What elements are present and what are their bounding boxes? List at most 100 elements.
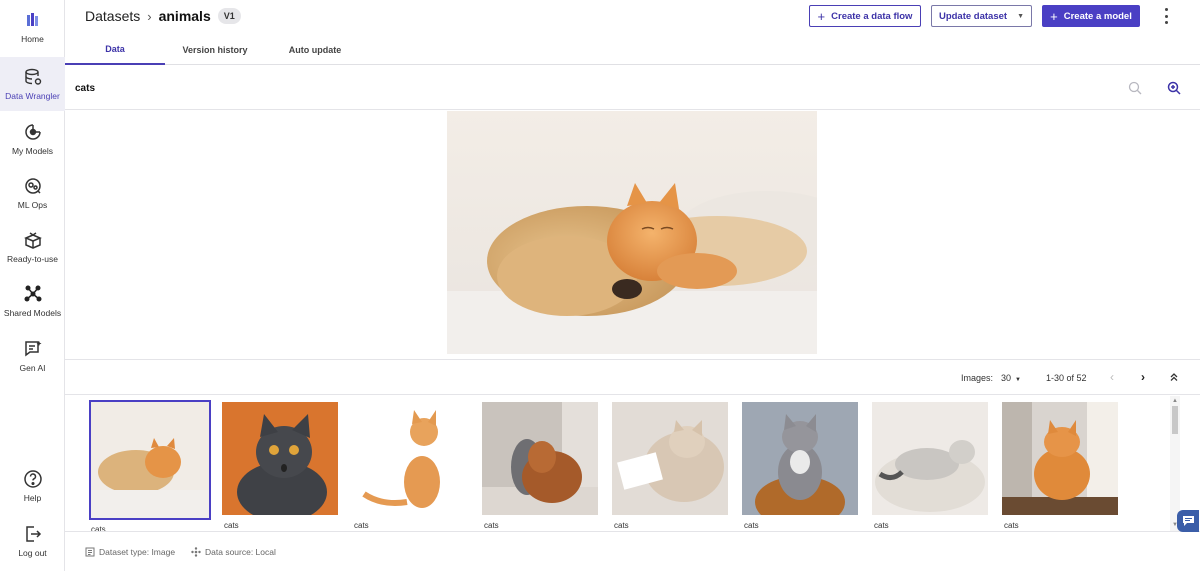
thumbnail-image — [89, 400, 211, 520]
thumbnail-item[interactable]: cats — [222, 402, 338, 530]
thumbnail-item[interactable]: cats — [612, 402, 728, 530]
plus-icon: + — [1050, 8, 1058, 24]
document-icon — [85, 547, 95, 557]
sidebar-item-shared-models[interactable]: Shared Models — [0, 274, 65, 328]
sidebar-item-label: Home — [21, 34, 44, 44]
thumbnail-item[interactable]: cats — [352, 402, 468, 530]
next-page-button[interactable]: › — [1136, 370, 1150, 384]
thumbnail-caption: cats — [744, 521, 759, 530]
thumbnail-caption: cats — [91, 525, 106, 532]
thumbnail-item[interactable]: cats — [742, 402, 858, 530]
share-nodes-icon — [24, 285, 41, 302]
chevron-right-icon: › — [147, 8, 152, 24]
sidebar-item-label: My Models — [11, 146, 54, 156]
more-options-icon[interactable] — [1162, 8, 1170, 24]
sidebar-item-label: Log out — [18, 548, 47, 558]
sidebar-item-ml-ops[interactable]: ML Ops — [0, 166, 65, 220]
database-gear-icon — [24, 68, 41, 85]
sidebar: Home Data Wrangler My Models ML Ops Read… — [0, 0, 65, 571]
create-data-flow-label: Create a data flow — [831, 10, 913, 22]
thumbnail-item[interactable]: cats — [872, 402, 988, 530]
label-filter-row: cats — [65, 65, 1200, 110]
dataset-type-info: Dataset type: Image — [85, 547, 175, 557]
thumbnail-caption: cats — [1004, 521, 1019, 530]
header: Datasets › animals V1 + Create a data fl… — [65, 0, 1200, 34]
thumbnail-image — [352, 402, 468, 515]
logout-icon — [25, 526, 41, 542]
sidebar-item-label: Shared Models — [3, 308, 62, 318]
footer: Dataset type: Image Data source: Local — [65, 532, 1200, 571]
sidebar-item-log-out[interactable]: Log out — [0, 514, 65, 568]
model-icon — [24, 124, 41, 140]
collapse-button[interactable] — [1167, 370, 1181, 384]
update-dataset-button[interactable]: Update dataset ▼ — [931, 5, 1032, 27]
page-range: 1-30 of 52 — [1046, 373, 1087, 383]
sidebar-item-help[interactable]: Help — [0, 459, 65, 513]
pagination-bar: Images: 30 ▼ 1-30 of 52 ‹ › — [65, 361, 1200, 395]
thumbnail-caption: cats — [874, 521, 889, 530]
create-model-button[interactable]: + Create a model — [1042, 5, 1140, 27]
create-data-flow-button[interactable]: + Create a data flow — [809, 5, 921, 27]
caret-down-icon: ▼ — [1015, 377, 1021, 383]
chevron-right-icon: › — [1141, 370, 1145, 384]
page-size-select[interactable]: 30 ▼ — [1001, 373, 1021, 383]
sidebar-item-label: Data Wrangler — [5, 91, 60, 101]
version-badge: V1 — [217, 8, 241, 24]
zoom-out-icon[interactable] — [1128, 81, 1142, 95]
thumbnail-caption: cats — [484, 521, 499, 530]
sidebar-item-label: Gen AI — [19, 363, 46, 373]
chat-button[interactable] — [1177, 510, 1199, 532]
sidebar-item-label: Help — [23, 493, 42, 503]
sidebar-item-gen-ai[interactable]: Gen AI — [0, 329, 65, 383]
thumbnail-item[interactable]: cats — [1002, 402, 1118, 530]
create-model-label: Create a model — [1063, 10, 1132, 22]
data-source-icon — [191, 547, 201, 557]
breadcrumb-current: animals — [158, 8, 211, 24]
thumbnail-image — [482, 402, 598, 515]
sidebar-item-data-wrangler[interactable]: Data Wrangler — [0, 57, 65, 111]
thumbnail-image — [222, 402, 338, 515]
data-source-text: Data source: Local — [205, 547, 276, 557]
breadcrumb: Datasets › animals V1 — [85, 8, 241, 24]
thumbnail-strip: cats cats cats cats cats cats cats cats … — [65, 396, 1200, 532]
thumbnail-item[interactable]: cats — [89, 400, 211, 531]
box-icon — [23, 232, 42, 249]
thumbnail-caption: cats — [354, 521, 369, 530]
sidebar-item-label: ML Ops — [17, 200, 48, 210]
tab-auto-update[interactable]: Auto update — [265, 34, 365, 65]
thumbnail-image — [612, 402, 728, 515]
thumbnail-item[interactable]: cats — [482, 402, 598, 530]
dataset-type-text: Dataset type: Image — [99, 547, 176, 557]
tab-data[interactable]: Data — [65, 34, 165, 65]
caret-down-icon: ▼ — [1017, 12, 1025, 20]
page-size-value: 30 — [1001, 373, 1012, 383]
tab-bar: Data Version history Auto update — [65, 34, 1200, 65]
logo-icon — [26, 13, 38, 26]
thumbnail-caption: cats — [614, 521, 629, 530]
chevron-left-icon: ‹ — [1110, 370, 1114, 384]
sidebar-item-label: Ready-to-use — [6, 254, 59, 264]
sidebar-item-home[interactable]: Home — [0, 0, 65, 54]
sidebar-item-my-models[interactable]: My Models — [0, 112, 65, 166]
thumbnail-image — [1002, 402, 1118, 515]
double-chevron-up-icon — [1170, 373, 1178, 381]
help-icon — [23, 470, 42, 488]
scrollbar-thumb[interactable] — [1172, 406, 1178, 434]
data-source-info: Data source: Local — [191, 547, 276, 557]
scroll-up-icon[interactable]: ▲ — [1172, 398, 1178, 404]
thumbnail-image — [872, 402, 988, 515]
tab-version-history[interactable]: Version history — [165, 34, 265, 65]
thumbnail-caption: cats — [224, 521, 239, 530]
sidebar-item-ready-to-use[interactable]: Ready-to-use — [0, 220, 65, 274]
thumbnail-image — [742, 402, 858, 515]
update-dataset-label: Update dataset — [938, 10, 1008, 22]
image-preview-panel — [65, 110, 1200, 360]
images-label: Images: — [961, 373, 994, 383]
gen-ai-icon — [24, 341, 41, 357]
ml-ops-icon — [24, 178, 41, 194]
zoom-in-icon[interactable] — [1167, 81, 1181, 95]
prev-page-button[interactable]: ‹ — [1105, 370, 1119, 384]
breadcrumb-datasets[interactable]: Datasets — [85, 8, 140, 24]
plus-icon: + — [817, 8, 826, 24]
chat-icon — [1182, 516, 1194, 526]
